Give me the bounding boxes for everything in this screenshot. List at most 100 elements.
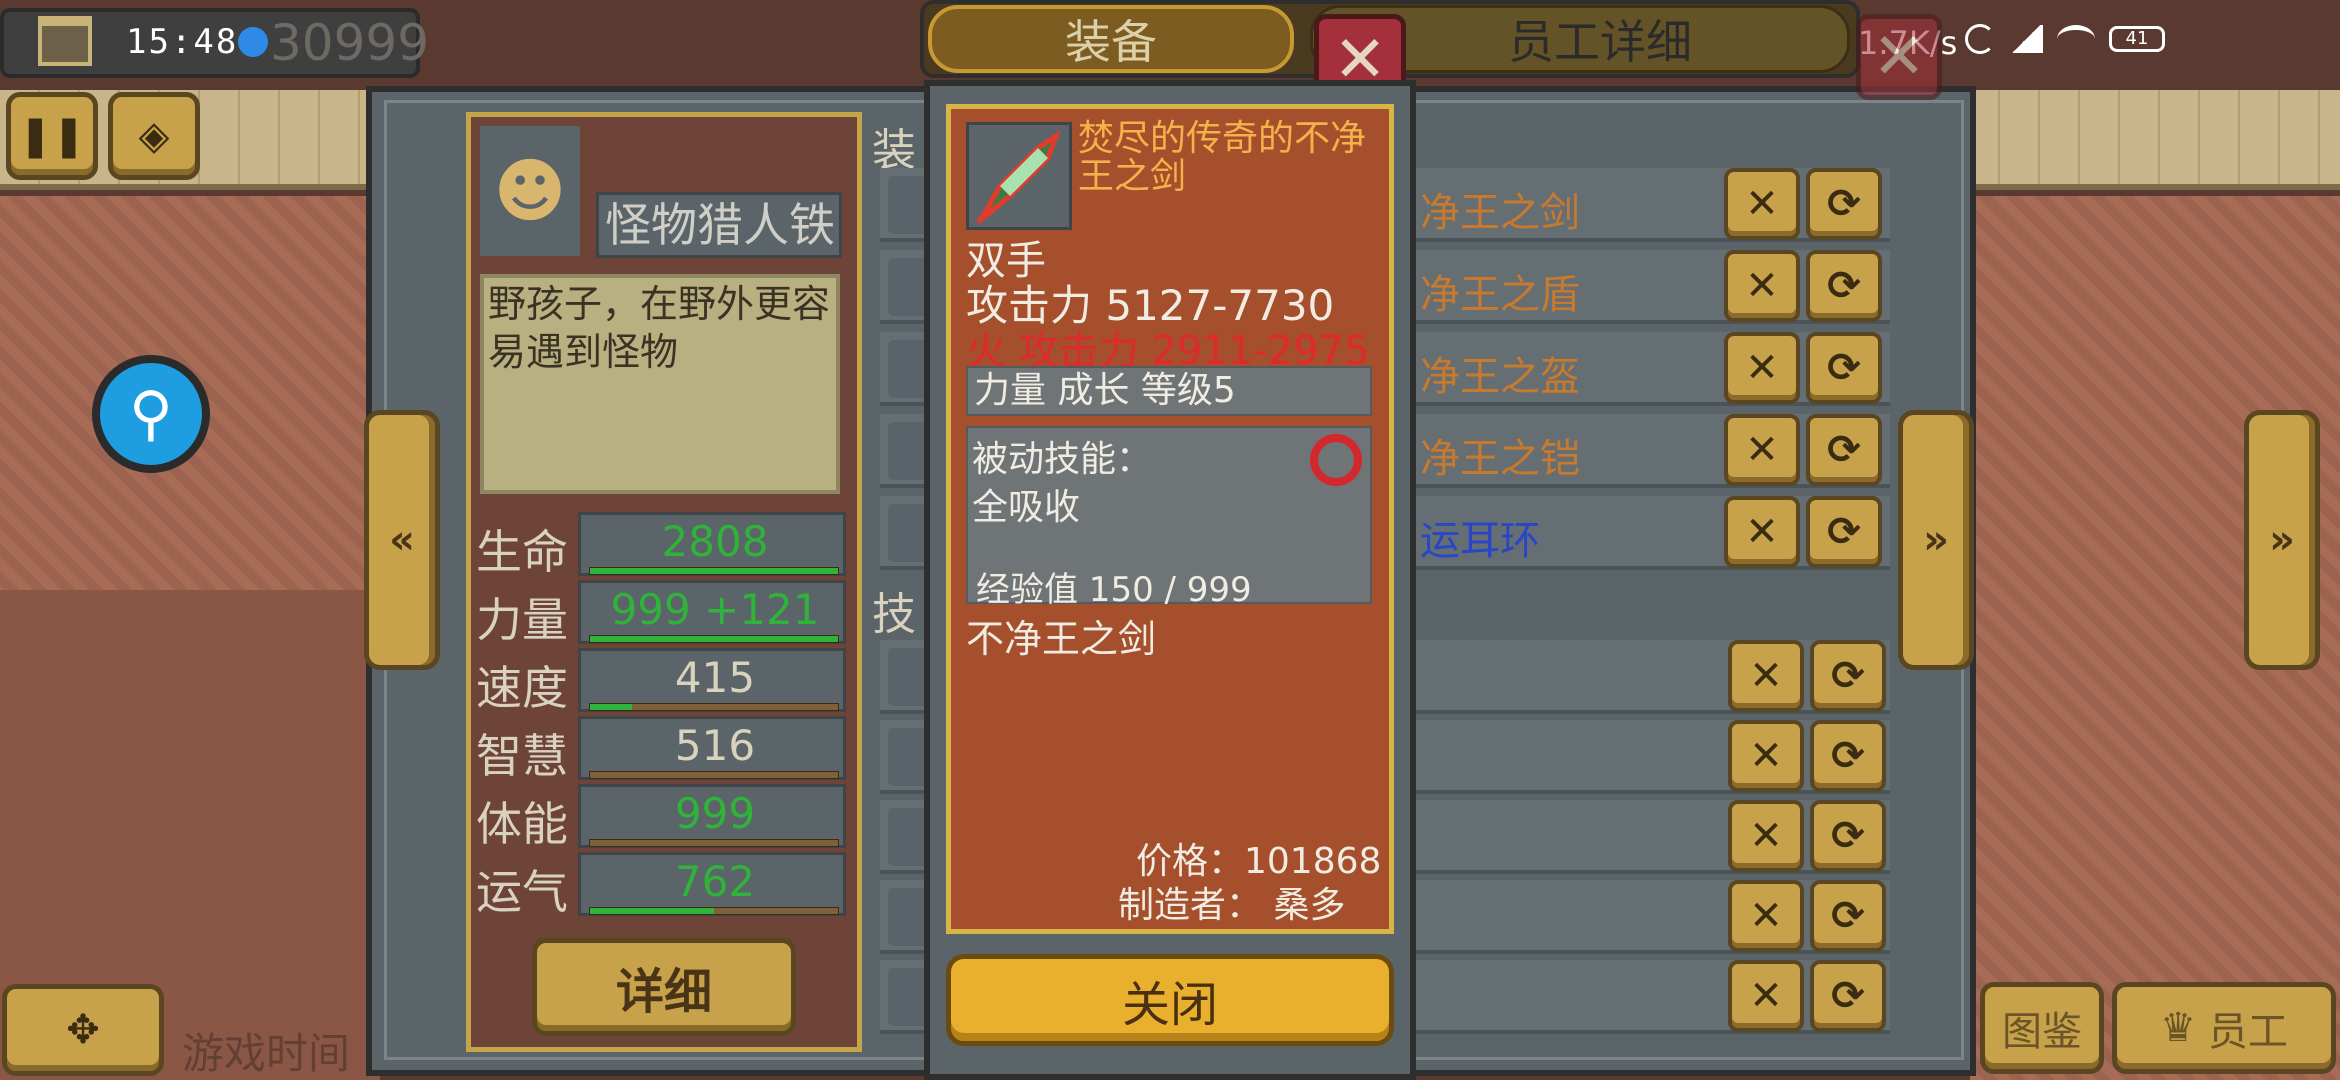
swap-button[interactable]: ⟳ (1806, 250, 1882, 322)
detail-button-label: 详细 (615, 964, 712, 1020)
stat-bar (589, 771, 839, 779)
close-popup-label: 关闭 (1121, 977, 1218, 1033)
swap-button[interactable]: ⟳ (1806, 332, 1882, 404)
stat-row: 生命 2808 (476, 512, 846, 579)
swap-skill-button[interactable]: ⟳ (1810, 880, 1886, 952)
stat-value-box: 999 +121 (578, 580, 846, 644)
stat-label: 力量 (476, 593, 568, 647)
unequip-button[interactable]: ✕ (1724, 168, 1800, 240)
item-growth: 力量 成长 等级5 (966, 366, 1372, 416)
stat-value: 2808 (661, 517, 769, 566)
unequip-button[interactable]: ✕ (1724, 250, 1800, 322)
equipment-name: 运耳环 (1420, 518, 1540, 564)
crown-icon: ♛ (2160, 1005, 2196, 1051)
pause-button[interactable]: ❚❚ (6, 92, 98, 180)
tab-staff-detail-label: 员工详细 (1508, 15, 1692, 69)
stat-bar-fill (590, 636, 838, 642)
catalog-label: 图鉴 (2002, 1009, 2082, 1055)
building-icon[interactable] (38, 16, 92, 66)
remove-skill-button[interactable]: ✕ (1728, 880, 1804, 952)
swap-skill-button[interactable]: ⟳ (1810, 800, 1886, 872)
stat-value: 415 (674, 653, 756, 702)
swap-button[interactable]: ⟳ (1806, 168, 1882, 240)
prev-staff-button[interactable]: « (364, 410, 440, 670)
swap-button[interactable]: ⟳ (1806, 414, 1882, 486)
battery-icon: 41 (2109, 26, 2165, 52)
stat-value-box: 2808 (578, 512, 846, 576)
stat-value: 516 (674, 721, 756, 770)
stat-label: 体能 (476, 797, 568, 851)
swap-skill-button[interactable]: ⟳ (1810, 960, 1886, 1032)
catalog-button[interactable]: 图鉴 (1980, 982, 2104, 1074)
signal-icon (2009, 25, 2043, 53)
wifi-icon (2057, 25, 2095, 53)
stat-row: 速度 415 (476, 648, 846, 715)
character-name: 怪物猎人铁 (596, 192, 842, 258)
character-avatar: ☻ (480, 126, 580, 256)
item-title: 焚尽的传奇的不净王之剑 (1078, 118, 1367, 197)
passive-skill-icon (1310, 434, 1362, 486)
stat-value-box: 516 (578, 716, 846, 780)
detail-button[interactable]: 详细 (532, 938, 796, 1036)
gems-button[interactable]: ◈ (108, 92, 200, 180)
system-icons: 41 (1965, 24, 2165, 54)
remove-skill-button[interactable]: ✕ (1728, 800, 1804, 872)
stat-bar (589, 567, 839, 575)
close-dialog-button-back[interactable]: ✕ (1856, 14, 1942, 100)
equipment-name: 净王之盔 (1420, 354, 1580, 400)
stat-bar-fill (590, 568, 838, 574)
character-description: 野孩子，在野外更容易遇到怪物 (480, 274, 840, 494)
dpad-button[interactable]: ✥ (2, 984, 164, 1076)
stat-value-box: 762 (578, 852, 846, 916)
equipment-name: 净王之剑 (1420, 190, 1580, 236)
item-exp: 经验值 150 / 999 (976, 570, 1252, 610)
swap-skill-button[interactable]: ⟳ (1810, 640, 1886, 712)
stat-label: 速度 (476, 661, 568, 715)
item-maker: 制造者： 桑多 (1118, 885, 1346, 926)
stat-bar (589, 635, 839, 643)
passive-skill-name: 全吸收 (972, 487, 1081, 528)
game-time-label: 游戏时间 (182, 1029, 351, 1078)
stat-bar (589, 907, 839, 915)
staff-label: 员工 (2207, 1009, 2288, 1055)
next-staff-button[interactable]: » (2244, 410, 2320, 670)
passive-label: 被动技能： (972, 439, 1153, 480)
stat-value: 762 (674, 857, 756, 906)
clock: 15:48 (126, 22, 239, 62)
remove-skill-button[interactable]: ✕ (1728, 720, 1804, 792)
stat-value-box: 999 (578, 784, 846, 848)
item-base-name: 不净王之剑 (966, 617, 1157, 661)
stat-row: 体能 999 (476, 784, 846, 851)
unequip-button[interactable]: ✕ (1724, 496, 1800, 568)
equipment-name: 净王之铠 (1420, 436, 1580, 482)
stat-value: 999 (674, 789, 756, 838)
staff-button[interactable]: ♛ 员工 (2112, 982, 2336, 1074)
remove-skill-button[interactable]: ✕ (1728, 960, 1804, 1032)
stat-bar-fill (590, 908, 714, 914)
skill-header: 技 (872, 589, 916, 640)
next-item-button[interactable]: » (1898, 410, 1974, 670)
swap-skill-button[interactable]: ⟳ (1810, 720, 1886, 792)
stat-label: 智慧 (476, 729, 568, 783)
remove-skill-button[interactable]: ✕ (1728, 640, 1804, 712)
unequip-button[interactable]: ✕ (1724, 332, 1800, 404)
stat-bar (589, 839, 839, 847)
app-badge-icon (238, 27, 268, 57)
equipment-name: 净王之盾 (1420, 272, 1580, 318)
stat-row: 智慧 516 (476, 716, 846, 783)
money-counter: 30999 (270, 14, 430, 72)
close-popup-button[interactable]: 关闭 (946, 954, 1394, 1046)
stat-bar (589, 703, 839, 711)
tab-equipment-label: 装备 (1065, 15, 1157, 69)
moon-icon (1965, 24, 1995, 54)
search-icon[interactable]: ⚲ (92, 355, 210, 473)
unequip-button[interactable]: ✕ (1724, 414, 1800, 486)
stat-value: 999 +121 (610, 585, 820, 634)
sword-icon (976, 129, 1061, 224)
swap-button[interactable]: ⟳ (1806, 496, 1882, 568)
stat-bar-fill (590, 704, 633, 710)
tab-equipment[interactable]: 装备 (928, 5, 1294, 73)
stat-value-box: 415 (578, 648, 846, 712)
stat-row: 运气 762 (476, 852, 846, 919)
stat-label: 生命 (476, 525, 568, 579)
